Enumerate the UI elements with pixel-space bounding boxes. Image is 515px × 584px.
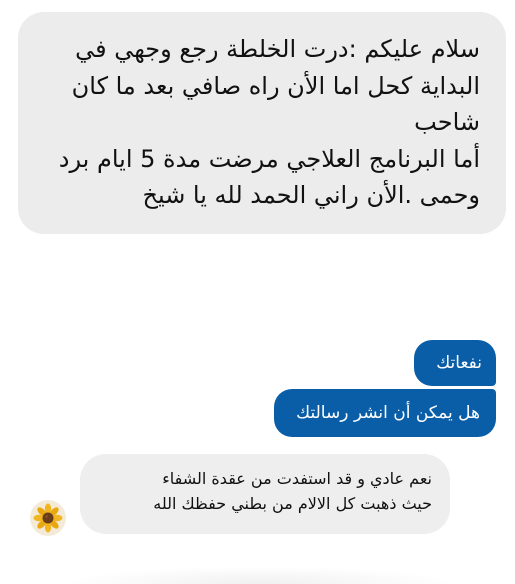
outgoing-message-text: نفعاتك [436,353,482,373]
sunflower-avatar-icon[interactable] [30,500,66,536]
outgoing-question-text: هل يمكن أن انشر رسالتك [296,403,480,423]
sunflower-icon [30,500,66,536]
outgoing-message-bubble[interactable]: نفعاتك [414,340,496,386]
incoming-message-text-line1: سلام عليكم :درت الخلطة رجع وجهي في البدا… [71,35,480,136]
incoming-reply-bubble[interactable]: نعم عادي و قد استفدت من عقدة الشفاء حيث … [80,454,450,534]
incoming-message-bubble[interactable]: سلام عليكم :درت الخلطة رجع وجهي في البدا… [18,12,506,234]
incoming-message-text-line2: أما البرنامج العلاجي مرضت مدة 5 ايام برد… [58,144,480,210]
incoming-reply-text-line2: حيث ذهبت كل الالام من بطني حفظك الله [153,494,432,513]
bottom-shadow [60,566,460,584]
outgoing-question-bubble[interactable]: هل يمكن أن انشر رسالتك [274,389,496,437]
incoming-reply-text-line1: نعم عادي و قد استفدت من عقدة الشفاء [162,469,432,488]
